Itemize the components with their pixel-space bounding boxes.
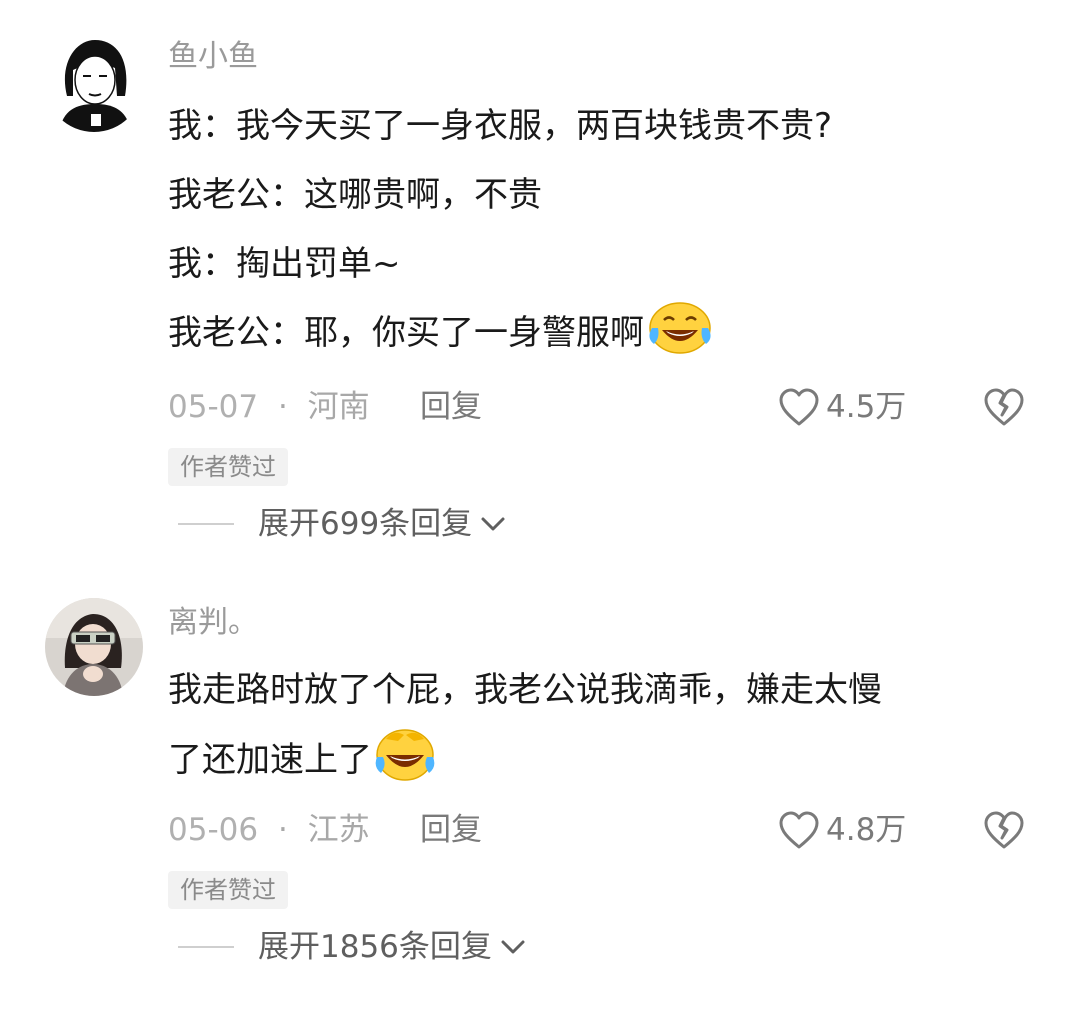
comment-line: 我：掏出罚单~ <box>168 244 401 284</box>
broken-heart-icon <box>984 811 1024 849</box>
comment-line-text: 了还加速上了 <box>168 740 372 780</box>
heart-icon <box>779 811 819 849</box>
chevron-down-icon <box>501 940 525 954</box>
dislike-button[interactable] <box>983 387 1025 441</box>
avatar[interactable] <box>45 598 143 696</box>
expand-replies-label: 展开1856条回复 <box>258 929 492 965</box>
comment-text: 我走路时放了个屁，我老公说我滴乖，嫌走太慢 了还加速上了 <box>168 656 1048 805</box>
dislike-button[interactable] <box>983 810 1025 864</box>
comment-line: 了还加速上了 <box>168 725 1048 805</box>
like-button[interactable]: 4.5万 <box>778 383 906 431</box>
heart-icon <box>779 388 819 426</box>
comment-line: 我走路时放了个屁，我老公说我滴乖，嫌走太慢 <box>168 670 882 710</box>
comment-meta: 05-06 · 江苏 回复 4.8万 <box>168 806 1038 854</box>
divider <box>178 523 234 525</box>
avatar[interactable] <box>45 34 143 132</box>
comment-location: 江苏 <box>307 812 370 848</box>
chevron-down-icon <box>481 517 505 531</box>
meta-separator: · <box>277 812 288 848</box>
comment-date: 05-07 <box>168 389 259 425</box>
username[interactable]: 鱼小鱼 <box>168 37 258 77</box>
expand-replies-label: 展开699条回复 <box>258 506 473 542</box>
like-button[interactable]: 4.8万 <box>778 806 906 854</box>
comment-location: 河南 <box>307 389 370 425</box>
comment-text: 我：我今天买了一身衣服，两百块钱贵不贵? 我老公：这哪贵啊，不贵 我：掏出罚单~… <box>168 92 1048 378</box>
laughing-tears-icon <box>646 302 714 378</box>
meta-separator: · <box>277 389 288 425</box>
comment-line: 我：我今天买了一身衣服，两百块钱贵不贵? <box>168 106 833 146</box>
broken-heart-icon <box>984 388 1024 426</box>
comment-date: 05-06 <box>168 812 259 848</box>
username[interactable]: 离判。 <box>168 603 258 643</box>
reply-button[interactable]: 回复 <box>420 383 482 431</box>
comment-meta: 05-07 · 河南 回复 4.5万 <box>168 383 1038 431</box>
like-count: 4.5万 <box>826 389 907 425</box>
author-liked-badge: 作者赞过 <box>168 448 288 486</box>
expand-replies-button[interactable]: 展开699条回复 <box>178 502 506 546</box>
like-count: 4.8万 <box>826 812 907 848</box>
expand-replies-button[interactable]: 展开1856条回复 <box>178 925 526 969</box>
divider <box>178 946 234 948</box>
comment-line: 我老公：这哪贵啊，不贵 <box>168 175 542 215</box>
reply-button[interactable]: 回复 <box>420 806 482 854</box>
crying-laugh-cover-face-icon <box>374 725 436 805</box>
comment-line-text: 我老公：耶，你买了一身警服啊 <box>168 313 644 353</box>
author-liked-badge: 作者赞过 <box>168 871 288 909</box>
comment-line: 我老公：耶，你买了一身警服啊 <box>168 299 1048 378</box>
